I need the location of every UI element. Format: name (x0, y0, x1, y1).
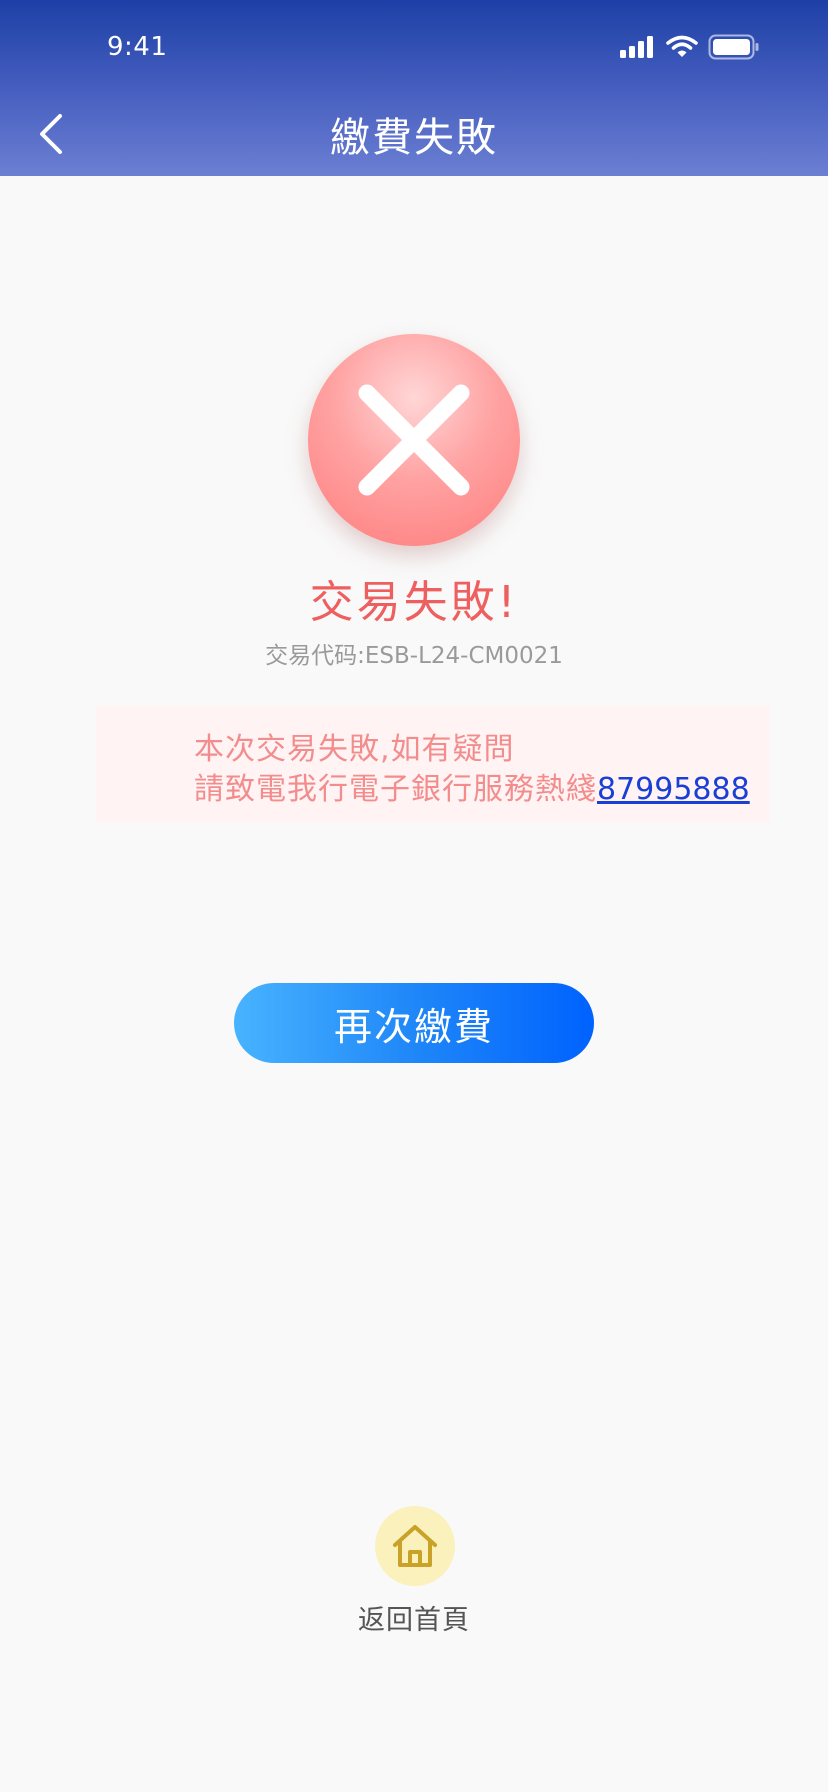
home-label: 返回首頁 (358, 1605, 470, 1636)
close-icon (358, 384, 470, 496)
notice-line-1: 本次交易失敗,如有疑問 (194, 732, 515, 767)
status-bar-time: 9:41 (107, 32, 168, 62)
failure-status-icon (308, 334, 520, 546)
failure-notice: 本次交易失敗,如有疑問 請致電我行電子銀行服務熱綫87995888 (96, 706, 770, 822)
notice-line-2: 請致電我行電子銀行服務熱綫87995888 (194, 764, 750, 808)
return-home-link[interactable]: 返回首頁 (334, 1506, 494, 1636)
transaction-code: 交易代码:ESB-L24-CM0021 (0, 636, 828, 670)
notice-line-2-text: 請致電我行電子銀行服務熱綫 (194, 772, 597, 807)
hotline-phone-link[interactable]: 87995888 (597, 772, 750, 807)
home-icon-badge (375, 1506, 455, 1586)
navigation-header: 9:41 繳費失敗 (0, 0, 828, 176)
home-icon (393, 1525, 437, 1567)
result-title: 交易失敗! (309, 577, 519, 628)
battery-icon (708, 34, 759, 60)
cellular-signal-icon (620, 36, 653, 58)
status-bar-icons (620, 34, 760, 60)
retry-payment-button[interactable]: 再次繳費 (234, 983, 594, 1063)
wifi-icon (666, 35, 698, 57)
transaction-code-label: 交易代码: (265, 643, 365, 669)
page-title: 繳費失敗 (330, 115, 498, 161)
transaction-code-value: ESB-L24-CM0021 (364, 643, 563, 669)
